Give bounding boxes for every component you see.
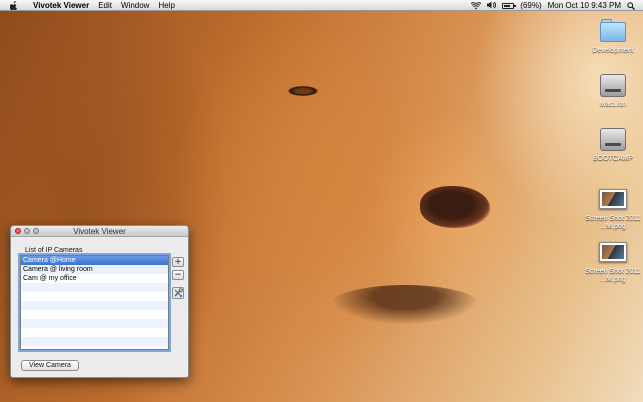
camera-row-empty	[21, 310, 168, 319]
camera-row-empty	[21, 337, 168, 346]
hard-disk-icon	[598, 71, 628, 99]
menu-help[interactable]: Help	[158, 1, 174, 10]
camera-row-empty	[21, 301, 168, 310]
menu-bar: Vivotek Viewer Edit Window Help (69%) Mo…	[0, 0, 643, 11]
desktop-item-screenshot-2[interactable]: Screen Shot 2011 ...M.png	[583, 238, 643, 284]
camera-list[interactable]: Camera @Home Camera @ living room Cam @ …	[20, 255, 169, 350]
camera-row-empty	[21, 292, 168, 301]
desktop-item-label: Screen Shot 2011 ...M.png	[585, 215, 641, 230]
camera-row-empty	[21, 328, 168, 337]
vivotek-viewer-window: Vivotek Viewer List of IP Cameras Camera…	[10, 225, 189, 378]
window-controls	[15, 228, 42, 234]
menu-clock[interactable]: Mon Oct 10 9:43 PM	[548, 1, 621, 10]
hard-disk-icon	[598, 125, 628, 153]
camera-list-heading: List of IP Cameras	[25, 247, 83, 254]
remove-camera-button[interactable]: −	[172, 270, 184, 280]
camera-row-empty	[21, 283, 168, 292]
view-camera-button[interactable]: View Camera	[21, 360, 79, 371]
desktop-item-screenshot-1[interactable]: Screen Shot 2011 ...M.png	[583, 185, 643, 231]
edit-camera-tools-icon[interactable]	[172, 287, 184, 299]
add-camera-button[interactable]: +	[172, 257, 184, 267]
battery-percentage: (69%)	[520, 1, 542, 10]
menu-window[interactable]: Window	[121, 1, 149, 10]
desktop-item-maclion[interactable]: MacLion	[583, 71, 643, 109]
desktop-item-label: Screen Shot 2011 ...M.png	[585, 268, 641, 283]
apple-logo-icon	[10, 0, 18, 10]
folder-icon	[598, 17, 628, 45]
apple-menu-icon[interactable]	[8, 0, 20, 11]
camera-row[interactable]: Camera @ living room	[21, 265, 168, 274]
menu-app-name[interactable]: Vivotek Viewer	[33, 1, 89, 10]
camera-row-empty	[21, 319, 168, 328]
wrench-screwdriver-icon	[172, 287, 184, 299]
desktop-item-bootcamp[interactable]: BOOTCAMP	[583, 125, 643, 163]
close-button[interactable]	[15, 228, 21, 234]
window-titlebar[interactable]: Vivotek Viewer	[11, 226, 188, 237]
screenshot-file-icon	[598, 185, 628, 213]
menu-edit[interactable]: Edit	[98, 1, 112, 10]
lion-nose	[420, 186, 490, 228]
menu-extras: (69%) Mon Oct 10 9:43 PM	[465, 0, 636, 11]
desktop-item-development[interactable]: Development	[583, 17, 643, 55]
spotlight-search-icon[interactable]	[627, 1, 636, 10]
camera-row[interactable]: Camera @Home	[21, 256, 168, 265]
camera-row[interactable]: Cam @ my office	[21, 274, 168, 283]
minimize-button[interactable]	[24, 228, 30, 234]
magnifier-glyph-icon	[627, 1, 636, 10]
wifi-icon[interactable]	[470, 0, 482, 10]
wifi-glyph-icon	[470, 0, 482, 9]
lion-mouth	[330, 285, 480, 325]
lion-eye	[288, 86, 318, 96]
speaker-glyph-icon	[487, 1, 497, 8]
desktop-item-label: Development	[592, 47, 634, 54]
volume-icon[interactable]	[487, 1, 497, 11]
window-title: Vivotek Viewer	[73, 226, 126, 236]
desktop-item-label: MacLion	[599, 101, 627, 108]
battery-icon[interactable]	[502, 2, 517, 9]
desktop-item-label: BOOTCAMP	[592, 155, 634, 162]
zoom-button[interactable]	[33, 228, 39, 234]
screenshot-file-icon	[598, 238, 628, 266]
